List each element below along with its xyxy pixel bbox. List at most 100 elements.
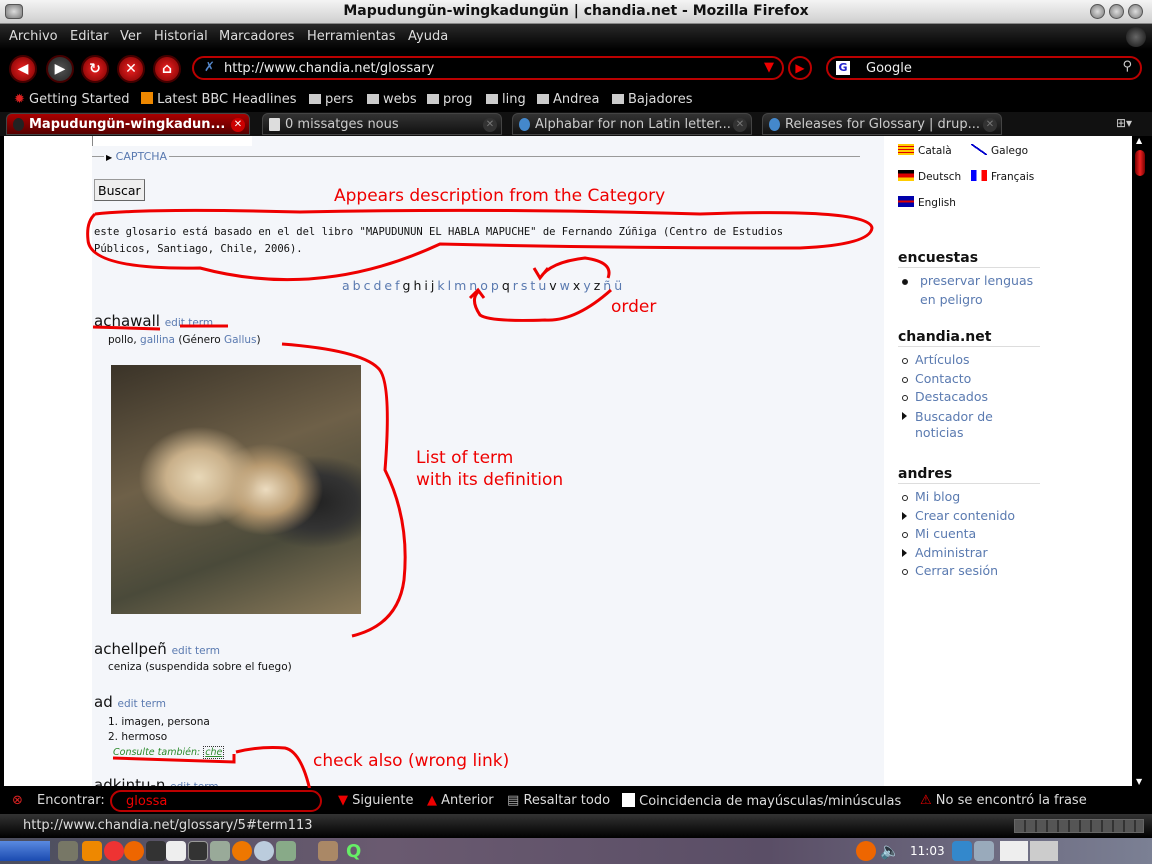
forward-button[interactable]: ▶ bbox=[46, 55, 74, 83]
link-mi-cuenta[interactable]: Mi cuenta bbox=[898, 525, 1043, 544]
alphabar-letter-p[interactable]: p bbox=[491, 278, 499, 293]
lang-francais[interactable]: Français bbox=[971, 170, 1034, 183]
scroll-up-icon[interactable]: ▲ bbox=[1136, 136, 1142, 145]
bookmark-folder-pers[interactable]: pers bbox=[309, 92, 353, 107]
network-tray-icon[interactable] bbox=[974, 841, 994, 861]
gallus-link[interactable]: Gallus bbox=[224, 334, 257, 346]
link-buscador[interactable]: Buscador de noticias bbox=[898, 407, 1043, 441]
close-tab-icon[interactable]: ✕ bbox=[483, 118, 497, 132]
alphabar-letter-ñ[interactable]: ñ bbox=[603, 278, 611, 293]
alphabar-letter-o[interactable]: o bbox=[480, 278, 488, 293]
close-tab-icon[interactable]: ✕ bbox=[231, 118, 245, 132]
menu-ver[interactable]: Ver bbox=[120, 29, 141, 44]
tray-icon[interactable] bbox=[952, 841, 972, 861]
firefox-launcher-icon[interactable] bbox=[124, 841, 144, 861]
tab-mapudungun[interactable]: Mapudungün-wingkadun... ✕ bbox=[6, 113, 250, 135]
link-articulos[interactable]: Artículos bbox=[898, 351, 1043, 370]
find-next-button[interactable]: ▼ Siguiente bbox=[338, 793, 413, 808]
edit-term-link[interactable]: edit term bbox=[172, 645, 220, 657]
close-window-button[interactable] bbox=[1128, 4, 1143, 19]
alphabar-letter-a[interactable]: a bbox=[342, 278, 350, 293]
find-input[interactable]: glossa bbox=[110, 790, 322, 812]
see-also-link[interactable]: che bbox=[203, 746, 225, 759]
alphabar-letter-r[interactable]: r bbox=[513, 278, 518, 293]
link-destacados[interactable]: Destacados bbox=[898, 388, 1043, 407]
url-dropdown-icon[interactable]: ▼ bbox=[764, 60, 774, 75]
menu-marcadores[interactable]: Marcadores bbox=[219, 29, 294, 44]
highlight-all-button[interactable]: ▤ Resaltar todo bbox=[507, 793, 610, 808]
alphabar-letter-l[interactable]: l bbox=[448, 278, 451, 293]
gimp-icon[interactable] bbox=[58, 841, 78, 861]
url-input[interactable]: ✗ http://www.chandia.net/glossary ▼ bbox=[192, 56, 784, 80]
close-tab-icon[interactable]: ✕ bbox=[733, 118, 747, 132]
bookmark-folder-bajadores[interactable]: Bajadores bbox=[612, 92, 693, 107]
app-icon[interactable] bbox=[146, 841, 166, 861]
go-button[interactable]: ▶ bbox=[788, 56, 812, 80]
edit-term-link[interactable]: edit term bbox=[170, 781, 218, 786]
link-mi-blog[interactable]: Mi blog bbox=[898, 488, 1043, 507]
scroll-down-icon[interactable]: ▼ bbox=[1136, 777, 1142, 786]
tab-alphabar[interactable]: Alphabar for non Latin letter... ✕ bbox=[512, 113, 752, 135]
edit-term-link[interactable]: edit term bbox=[118, 698, 166, 710]
maximize-button[interactable] bbox=[1109, 4, 1124, 19]
edit-term-link[interactable]: edit term bbox=[165, 317, 213, 329]
alphabar-letter-f[interactable]: f bbox=[395, 278, 399, 293]
terminal-icon[interactable] bbox=[188, 841, 208, 861]
alphabar-letter-b[interactable]: b bbox=[353, 278, 361, 293]
scroll-thumb[interactable] bbox=[1135, 150, 1145, 176]
lang-deutsch[interactable]: Deutsch bbox=[898, 170, 961, 183]
search-button[interactable]: Buscar bbox=[94, 179, 145, 201]
alphabar-letter-c[interactable]: c bbox=[364, 278, 371, 293]
link-contacto[interactable]: Contacto bbox=[898, 370, 1043, 389]
task-firefox[interactable] bbox=[1000, 841, 1028, 861]
link-administrar[interactable]: Administrar bbox=[898, 544, 1043, 563]
alphabar-letter-n[interactable]: n bbox=[469, 278, 477, 293]
alphabar-letter-k[interactable]: k bbox=[437, 278, 444, 293]
link-crear-contenido[interactable]: Crear contenido bbox=[898, 507, 1043, 526]
menu-herramientas[interactable]: Herramientas bbox=[307, 29, 396, 44]
alphabar-letter-d[interactable]: d bbox=[373, 278, 381, 293]
alphabar-letter-u[interactable]: u bbox=[538, 278, 546, 293]
clock[interactable]: 11:03 bbox=[910, 844, 945, 858]
bookmark-getting-started[interactable]: ✹ Getting Started bbox=[14, 92, 130, 107]
alphabar-letter-t[interactable]: t bbox=[530, 278, 535, 293]
vlc-icon[interactable] bbox=[82, 841, 102, 861]
help-icon[interactable] bbox=[104, 841, 124, 861]
volume-icon[interactable]: 🔈 bbox=[880, 841, 900, 861]
alphabar-letter-m[interactable]: m bbox=[454, 278, 466, 293]
start-menu-button[interactable] bbox=[0, 841, 50, 861]
stop-button[interactable]: ✕ bbox=[117, 55, 145, 83]
menu-editar[interactable]: Editar bbox=[70, 29, 109, 44]
close-find-icon[interactable]: ⊗ bbox=[12, 793, 23, 808]
bookmark-folder-prog[interactable]: prog bbox=[427, 92, 473, 107]
calculator-icon[interactable] bbox=[210, 841, 230, 861]
lang-english[interactable]: English bbox=[898, 196, 956, 209]
home-button[interactable]: ⌂ bbox=[153, 55, 181, 83]
captcha-toggle[interactable]: ▶ CAPTCHA bbox=[104, 150, 170, 163]
tab-list-icon[interactable]: ⊞▾ bbox=[1116, 116, 1132, 130]
bookmark-folder-webs[interactable]: webs bbox=[367, 92, 417, 107]
menu-historial[interactable]: Historial bbox=[154, 29, 208, 44]
search-icon[interactable]: ⚲ bbox=[1122, 59, 1132, 74]
alphabar-letter-e[interactable]: e bbox=[384, 278, 392, 293]
menu-ayuda[interactable]: Ayuda bbox=[408, 29, 448, 44]
users-icon[interactable] bbox=[276, 841, 296, 861]
text-editor-icon[interactable] bbox=[166, 841, 186, 861]
avatar-icon[interactable] bbox=[318, 841, 338, 861]
gallina-link[interactable]: gallina bbox=[140, 334, 175, 346]
qt-icon[interactable]: Q bbox=[346, 841, 366, 862]
alphabar-letter-ü[interactable]: ü bbox=[614, 278, 622, 293]
firefox-tray-icon[interactable] bbox=[856, 841, 876, 861]
alphabar-letter-y[interactable]: y bbox=[583, 278, 590, 293]
bookmark-folder-ling[interactable]: ling bbox=[486, 92, 526, 107]
menu-archivo[interactable]: Archivo bbox=[9, 29, 58, 44]
tab-releases[interactable]: Releases for Glossary | drup... ✕ bbox=[762, 113, 1002, 135]
close-tab-icon[interactable]: ✕ bbox=[983, 118, 997, 132]
google-icon[interactable]: G bbox=[836, 61, 850, 75]
tab-missatges[interactable]: 0 missatges nous ✕ bbox=[262, 113, 502, 135]
lang-galego[interactable]: Galego bbox=[971, 144, 1028, 157]
minimize-button[interactable] bbox=[1090, 4, 1105, 19]
reload-button[interactable]: ↻ bbox=[81, 55, 109, 83]
match-case-checkbox[interactable]: Coincidencia de mayúsculas/minúsculas bbox=[622, 793, 901, 809]
lang-catala[interactable]: Català bbox=[898, 144, 952, 157]
